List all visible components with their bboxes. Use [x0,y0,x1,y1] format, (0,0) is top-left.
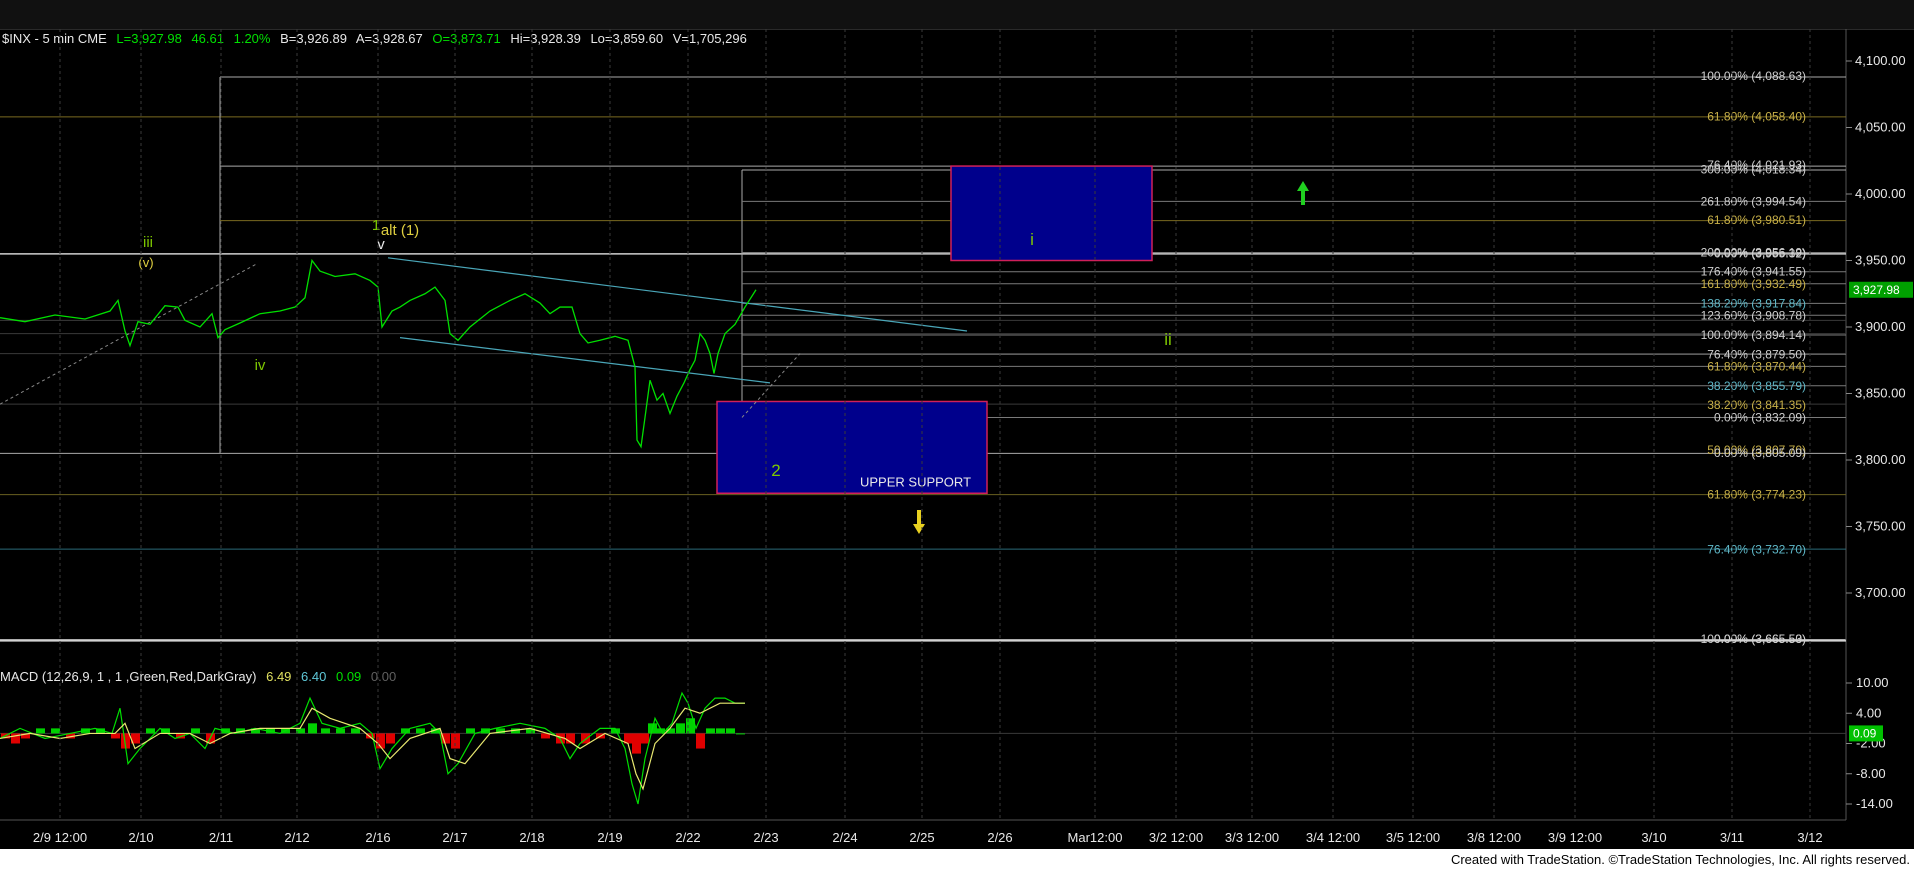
time-tick-label: 2/16 [365,830,390,845]
time-tick-label: 2/25 [909,830,934,845]
time-tick-label: 3/11 [1720,830,1744,845]
fib-level-label: 0.00% (3,832.09) [1714,410,1806,424]
time-tick-label: 2/18 [519,830,544,845]
wave-label: ii [1164,330,1172,349]
price-tick-label: 4,100.00 [1855,53,1906,68]
upper-support-label: UPPER SUPPORT [860,475,971,490]
fib-level-label: 38.20% (3,855.79) [1707,379,1806,393]
macd-histogram-bar [466,728,475,734]
macd-histogram-bar [146,728,155,734]
macd-value-2: 6.40 [301,669,327,684]
fib-level-label: 61.80% (3,980.51) [1707,213,1806,227]
price-tick-label: 3,700.00 [1855,585,1906,600]
fib-level-label: 200.00% (3,956.19) [1701,245,1806,259]
macd-pane: 10.004.00-2.00-8.00-14.000.09 [0,675,1893,811]
time-tick-label: 3/5 12:00 [1386,830,1440,845]
macd-label: MACD (12,26,9, 1 , 1 ,Green,Red,DarkGray… [0,669,257,684]
wave-label: i [1030,230,1034,249]
macd-histogram-bar [308,723,317,734]
fib-level-label: 100.00% (3,894.14) [1701,328,1806,342]
macd-tick-label: 10.00 [1856,675,1889,690]
footer-credit: Created with TradeStation. ©TradeStation… [1450,852,1910,867]
time-tick-label: 3/9 12:00 [1548,830,1602,845]
macd-value-3: 0.09 [335,669,362,684]
fib-level-label: 161.80% (3,932.49) [1701,277,1806,291]
macd-value-4: 0.00 [370,669,397,684]
macd-histogram-bar [351,728,360,734]
time-tick-label: 2/17 [442,830,467,845]
macd-header: MACD (12,26,9, 1 , 1 ,Green,Red,DarkGray… [0,669,396,684]
macd-histogram-bar [632,733,641,754]
time-tick-label: 3/2 12:00 [1149,830,1203,845]
time-tick-label: 2/23 [753,830,778,845]
macd-tick-label: 4.00 [1856,705,1881,720]
macd-histogram-bar [640,733,649,744]
macd-histogram-bar [336,728,345,734]
macd-histogram-bar [321,728,330,734]
fib-level-label: 61.80% (4,058.40) [1707,109,1806,123]
time-tick-label: 2/10 [128,830,153,845]
price-tick-label: 3,750.00 [1855,519,1906,534]
wave-label: alt (1) [381,222,419,239]
macd-histogram-bar [706,728,715,734]
time-tick-label: 3/4 12:00 [1306,830,1360,845]
price-tick-label: 4,000.00 [1855,186,1906,201]
fib-level-label: 100.00% (4,088.63) [1701,69,1806,83]
macd-histogram-bar [51,728,60,734]
down-arrow-icon [913,510,925,534]
fib-level-label: 261.80% (3,994.54) [1701,194,1806,208]
time-tick-label: 2/24 [832,830,857,845]
macd-histogram-bar [736,733,745,735]
target-box-upper [950,165,1153,262]
fib-level-label: 0.00% (3,805.09) [1714,446,1806,460]
price-tick-label: 4,050.00 [1855,120,1906,135]
fib-level-label: 123.60% (3,908.78) [1701,308,1806,322]
macd-histogram-bar [676,723,685,734]
macd-value-1: 6.49 [266,669,292,684]
time-tick-label: 2/26 [987,830,1012,845]
fib-level-label: 61.80% (3,870.44) [1707,359,1806,373]
time-tick-label: 2/22 [675,830,700,845]
fib-level-label: 300.00% (4,018.34) [1701,163,1806,177]
wave-label: iv [255,357,266,374]
fib-level-label: 0.00% (3,665.53) [1714,632,1806,646]
time-tick-label: 3/8 12:00 [1467,830,1521,845]
price-tick-label: 3,900.00 [1855,319,1906,334]
chart-canvas[interactable]: 4,100.00 4,050.00 4,000.00 3,950.00 3,900.00… [0,0,1914,873]
fib-level-label: 61.80% (3,774.23) [1707,487,1806,501]
wave-label: 1 [372,217,380,234]
wave-label: iii [143,234,153,251]
last-price-tag-label: 3,927.98 [1853,283,1900,297]
macd-histogram-bar [716,728,725,734]
price-tick-label: 3,950.00 [1855,253,1906,268]
price-tick-label: 3,800.00 [1855,452,1906,467]
macd-tick-label: -14.00 [1856,796,1893,811]
time-tick-label: 2/12 [284,830,309,845]
macd-histogram-bar [36,728,45,734]
macd-histogram-bar [386,733,395,744]
macd-tick-label: -8.00 [1856,766,1886,781]
time-tick-label: 3/12 [1797,830,1822,845]
macd-histogram-bar [726,728,735,734]
wave-label: 2 [771,461,780,480]
fib-level-label: 76.40% (3,732.70) [1707,543,1806,557]
time-tick-label: 2/11 [209,830,233,845]
macd-histogram-bar [416,728,425,734]
time-tick-label: 2/9 12:00 [33,830,87,845]
macd-histogram-bar [111,733,120,739]
price-tick-label: 3,850.00 [1855,386,1906,401]
time-tick-label: 3/3 12:00 [1225,830,1279,845]
macd-histogram-bar [696,733,705,749]
time-tick-label: 3/10 [1641,830,1666,845]
time-tick-label: Mar12:00 [1068,830,1123,845]
price-pane: 4,100.00 4,050.00 4,000.00 3,950.00 3,900.00… [0,29,1913,820]
macd-value-tag-label: 0.09 [1853,726,1877,740]
macd-histogram-bar [191,728,200,734]
macd-histogram-bar [451,733,460,749]
time-tick-label: 2/19 [597,830,622,845]
